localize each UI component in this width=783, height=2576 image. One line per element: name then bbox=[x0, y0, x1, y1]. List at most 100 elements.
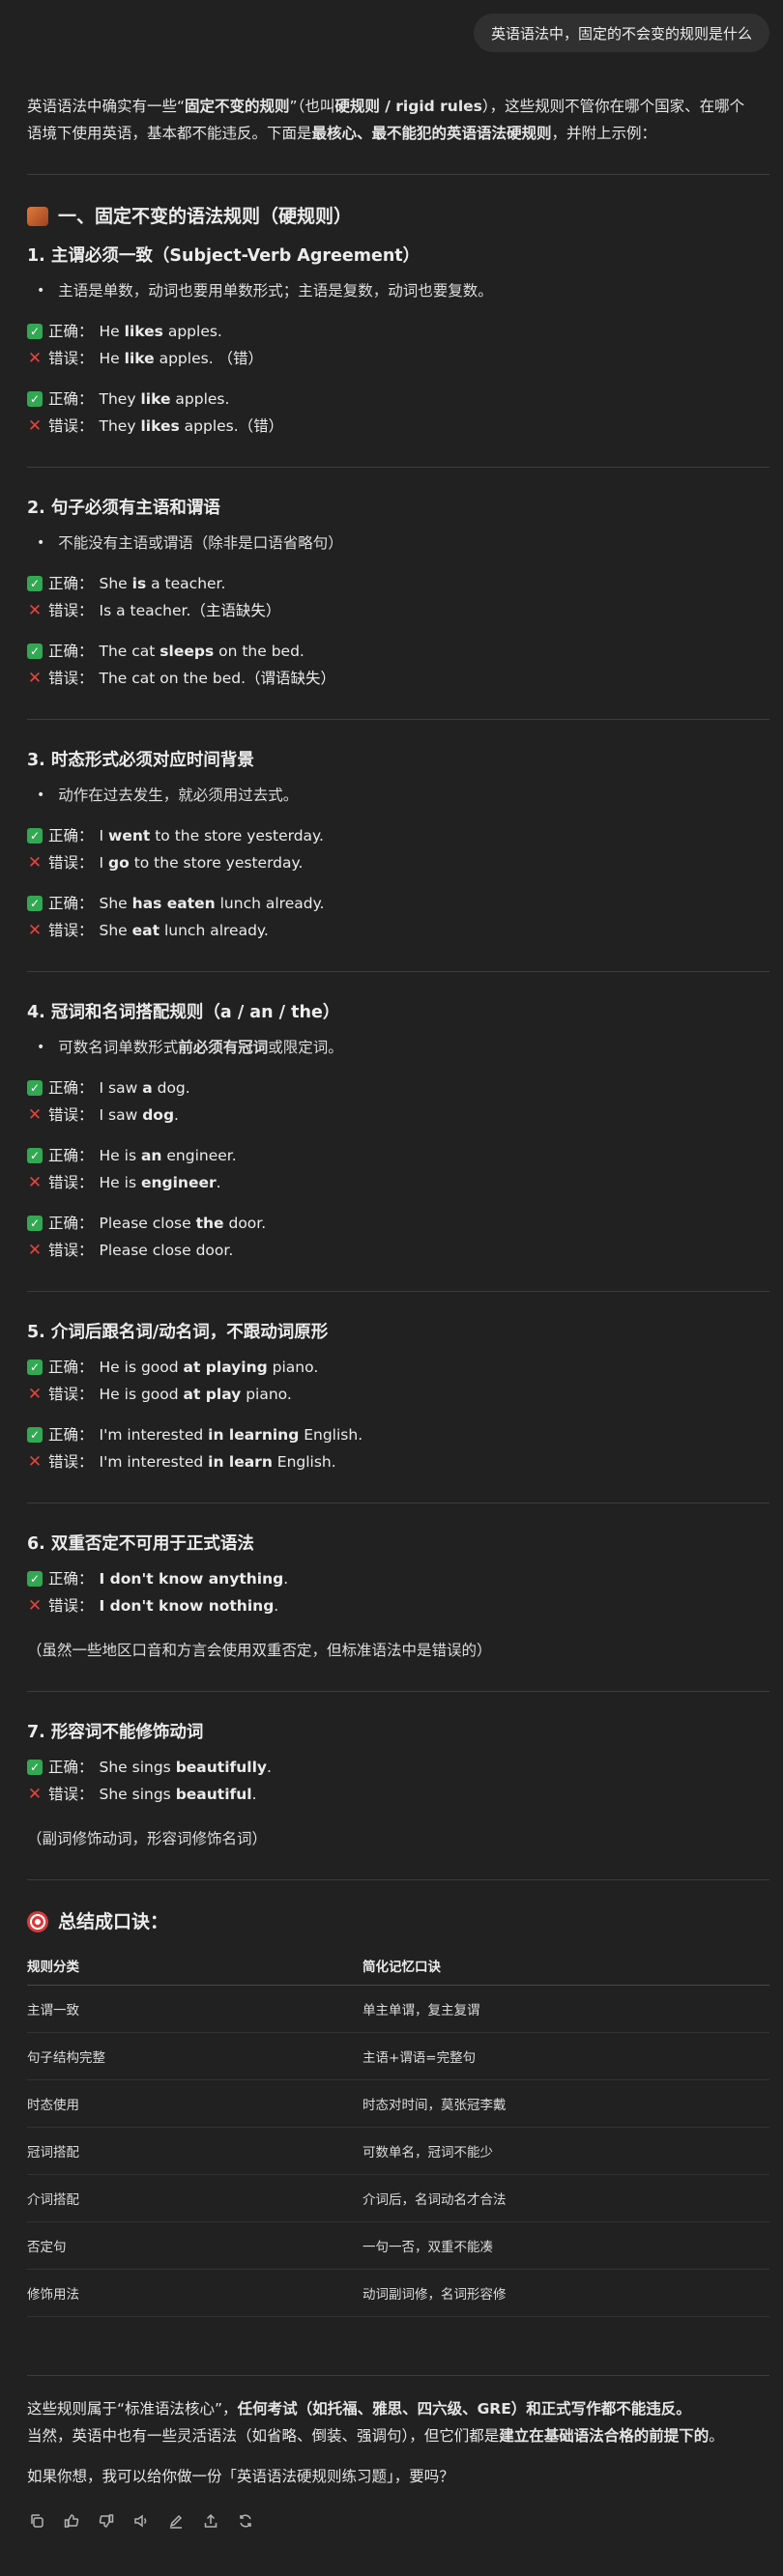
table-cell: 一句一否，双重不能凑 bbox=[362, 2221, 769, 2270]
intro-text: ”（也叫 bbox=[289, 98, 335, 115]
rule-bullet: • 不能没有主语或谓语（除非是口语省略句） bbox=[37, 534, 343, 552]
table-cell: 介词后，名词动名才合法 bbox=[362, 2174, 769, 2222]
cross-icon: ✕ bbox=[27, 669, 43, 688]
check-icon: ✓ bbox=[27, 1080, 43, 1096]
example-wrong: ✕ 错误： The cat on the bed.（谓语缺失） bbox=[27, 665, 769, 692]
closing-section: 这些规则属于“标准语法核心”，任何考试（如托福、雅思、四六级、GRE）和正式写作… bbox=[27, 2395, 769, 2490]
intro-text: ），这些规则不管你在哪个国家、在哪个 bbox=[481, 98, 745, 115]
section-heading: 一、固定不变的语法规则（硬规则） bbox=[27, 202, 769, 231]
table-cell: 冠词搭配 bbox=[27, 2127, 362, 2175]
copy-icon[interactable] bbox=[27, 2511, 46, 2531]
example-wrong: ✕ 错误： They likes apples.（错） bbox=[27, 413, 769, 440]
summary-section: 总结成口诀： 规则分类 简化记忆口诀 主谓一致 单主单谓，复主复谓 句子结构完整主… bbox=[27, 1907, 769, 2317]
assistant-answer: 英语语法中确实有一些“固定不变的规则”（也叫硬规则 / rigid rules）… bbox=[27, 93, 769, 2531]
intro-text: 英语语法中确实有一些“ bbox=[27, 98, 186, 115]
table-cell: 修饰用法 bbox=[27, 2269, 362, 2317]
cross-icon: ✕ bbox=[27, 601, 43, 620]
divider bbox=[27, 1291, 769, 1292]
check-icon: ✓ bbox=[27, 1571, 43, 1587]
rule-title: 2. 句子必须有主语和谓语 bbox=[27, 499, 220, 518]
cross-icon: ✕ bbox=[27, 1241, 43, 1260]
cross-icon: ✕ bbox=[27, 921, 43, 940]
divider bbox=[27, 971, 769, 972]
check-icon: ✓ bbox=[27, 576, 43, 591]
example-wrong: ✕ 错误： He like apples. （错） bbox=[27, 345, 769, 372]
rule-title: 3. 时态形式必须对应时间背景 bbox=[27, 751, 254, 770]
check-icon: ✓ bbox=[27, 644, 43, 659]
column-header: 简化记忆口诀 bbox=[362, 1948, 769, 1986]
message-actions bbox=[27, 2511, 769, 2531]
example-correct: ✓ 正确： She has eaten lunch already. bbox=[27, 890, 769, 917]
closing-paragraph: 这些规则属于“标准语法核心”，任何考试（如托福、雅思、四六级、GRE）和正式写作… bbox=[27, 2400, 724, 2445]
rule-3: 3. 时态形式必须对应时间背景 • 动作在过去发生，就必须用过去式。 ✓ 正确： I … bbox=[27, 747, 769, 944]
divider bbox=[27, 719, 769, 720]
table-cell: 可数单名，冠词不能少 bbox=[362, 2127, 769, 2175]
table-row: 主谓一致 单主单谓，复主复谓 bbox=[27, 1985, 769, 2033]
section-title: 一、固定不变的语法规则（硬规则） bbox=[58, 206, 353, 227]
check-icon: ✓ bbox=[27, 896, 43, 911]
edit-icon[interactable] bbox=[166, 2511, 186, 2531]
summary-title: 总结成口诀： bbox=[58, 1911, 169, 1932]
example-correct: ✓ 正确： I'm interested in learning English. bbox=[27, 1421, 769, 1448]
rule-note: （虽然一些地区口音和方言会使用双重否定，但标准语法中是错误的） bbox=[27, 1642, 492, 1659]
summary-table: 规则分类 简化记忆口诀 主谓一致 单主单谓，复主复谓 句子结构完整 主语+谓语=完整… bbox=[27, 1948, 769, 2317]
example-wrong: ✕ 错误： She eat lunch already. bbox=[27, 917, 769, 944]
example-correct: ✓ 正确： I don't know anything. bbox=[27, 1565, 769, 1592]
intro-text: 语境下使用英语，基本都不能违反。下面是 bbox=[27, 125, 312, 142]
intro-bold: 硬规则 / rigid rules bbox=[334, 98, 482, 115]
share-icon[interactable] bbox=[201, 2511, 220, 2531]
divider bbox=[27, 2375, 769, 2376]
rule-5: 5. 介词后跟名词/动名词，不跟动词原形 ✓ 正确： He is good at p… bbox=[27, 1319, 769, 1475]
thumbs-down-icon[interactable] bbox=[97, 2511, 116, 2531]
check-icon: ✓ bbox=[27, 324, 43, 339]
cross-icon: ✕ bbox=[27, 1785, 43, 1804]
check-icon: ✓ bbox=[27, 1760, 43, 1775]
example-wrong: ✕ 错误： She sings beautiful. bbox=[27, 1781, 769, 1808]
check-icon: ✓ bbox=[27, 1148, 43, 1163]
rule-bullet: • 主语是单数，动词也要用单数形式；主语是复数，动词也要复数。 bbox=[37, 282, 493, 300]
example-wrong: ✕ 错误： He is good at play piano. bbox=[27, 1381, 769, 1408]
table-row: 句子结构完整 主语+谓语=完整句 bbox=[27, 2032, 769, 2080]
check-icon: ✓ bbox=[27, 828, 43, 844]
rule-title: 5. 介词后跟名词/动名词，不跟动词原形 bbox=[27, 1323, 329, 1342]
intro-paragraph: 英语语法中确实有一些“固定不变的规则”（也叫硬规则 / rigid rules）… bbox=[27, 93, 769, 147]
rule-6: 6. 双重否定不可用于正式语法 ✓ 正确： I don't know anythin… bbox=[27, 1531, 769, 1664]
example-correct: ✓ 正确： I went to the store yesterday. bbox=[27, 822, 769, 849]
rule-2: 2. 句子必须有主语和谓语 • 不能没有主语或谓语（除非是口语省略句） ✓ 正确： S… bbox=[27, 495, 769, 692]
target-icon bbox=[27, 1911, 48, 1932]
column-header: 规则分类 bbox=[27, 1948, 362, 1986]
example-correct: ✓ 正确： She is a teacher. bbox=[27, 570, 769, 597]
example-correct: ✓ 正确： They like apples. bbox=[27, 386, 769, 413]
intro-bold: 最核心、最不能犯的英语语法硬规则 bbox=[311, 125, 552, 142]
divider bbox=[27, 467, 769, 468]
speaker-icon[interactable] bbox=[131, 2511, 151, 2531]
cross-icon: ✕ bbox=[27, 1452, 43, 1472]
rule-title: 4. 冠词和名词搭配规则（a / an / the） bbox=[27, 1003, 340, 1022]
table-row: 否定句 一句一否，双重不能凑 bbox=[27, 2221, 769, 2270]
check-icon: ✓ bbox=[27, 1360, 43, 1375]
example-correct: ✓ 正确： I saw a dog. bbox=[27, 1074, 769, 1102]
example-wrong: ✕ 错误： I saw dog. bbox=[27, 1102, 769, 1129]
cross-icon: ✕ bbox=[27, 1173, 43, 1192]
user-message-bubble: 英语语法中，固定的不会变的规则是什么 bbox=[473, 14, 769, 52]
divider bbox=[27, 1879, 769, 1880]
example-correct: ✓ 正确： She sings beautifully. bbox=[27, 1754, 769, 1781]
table-cell: 时态使用 bbox=[27, 2079, 362, 2128]
table-row: 修饰用法 动词副词修，名词形容修 bbox=[27, 2269, 769, 2317]
thumbs-up-icon[interactable] bbox=[62, 2511, 81, 2531]
summary-heading: 总结成口诀： bbox=[27, 1907, 769, 1936]
example-wrong: ✕ 错误： I don't know nothing. bbox=[27, 1592, 769, 1619]
divider bbox=[27, 174, 769, 175]
table-cell: 句子结构完整 bbox=[27, 2032, 362, 2080]
table-cell: 主语+谓语=完整句 bbox=[362, 2032, 769, 2080]
rule-title: 6. 双重否定不可用于正式语法 bbox=[27, 1534, 254, 1554]
table-row: 时态使用 时态对时间，莫张冠李戴 bbox=[27, 2079, 769, 2128]
cross-icon: ✕ bbox=[27, 853, 43, 873]
table-row: 介词搭配 介词后，名词动名才合法 bbox=[27, 2174, 769, 2222]
example-wrong: ✕ 错误： Is a teacher.（主语缺失） bbox=[27, 597, 769, 624]
regenerate-icon[interactable] bbox=[236, 2511, 255, 2531]
cross-icon: ✕ bbox=[27, 349, 43, 368]
rule-7: 7. 形容词不能修饰动词 ✓ 正确： She sings beautifully. … bbox=[27, 1719, 769, 1852]
table-cell: 时态对时间，莫张冠李戴 bbox=[362, 2079, 769, 2128]
check-icon: ✓ bbox=[27, 1427, 43, 1443]
